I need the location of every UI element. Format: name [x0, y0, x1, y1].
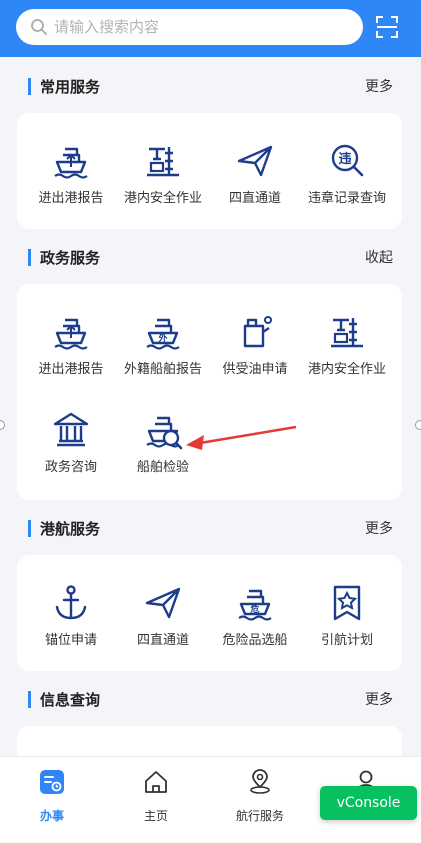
port-crane-icon [147, 147, 179, 177]
violation-search-icon: 违 [331, 144, 364, 177]
anchor-icon [55, 585, 87, 620]
search-input[interactable] [54, 18, 334, 36]
tab-home[interactable]: 主页 [116, 769, 196, 824]
services-icon [40, 770, 64, 794]
common-services-card: 进出港报告 港内安全作业 四直通道 违 违章记录查询 [17, 113, 402, 229]
edge-marker [0, 420, 5, 430]
ship-in-out-icon [51, 141, 91, 181]
section-gov-header: 政务服务 收起 [28, 245, 393, 269]
service-item[interactable]: 引航计划 [301, 583, 393, 648]
service-item[interactable]: 违 违章记录查询 [301, 141, 393, 206]
service-item[interactable]: 危 危险品选船 [209, 583, 301, 648]
service-item[interactable]: 进出港报告 [25, 312, 117, 377]
service-item[interactable]: 外 外籍船舶报告 [117, 312, 209, 377]
svg-text:危: 危 [249, 603, 259, 615]
more-link[interactable]: 更多 [365, 518, 393, 538]
hazard-ship-icon: 危 [235, 583, 275, 623]
service-item[interactable]: 港内安全作业 [117, 141, 209, 206]
svg-text:违: 违 [338, 151, 351, 167]
section-title: 信息查询 [40, 690, 101, 709]
tab-navigation[interactable]: 航行服务 [220, 769, 300, 824]
navigation-location-icon [250, 769, 270, 794]
gov-services-card: 进出港报告 外 外籍船舶报告 供受油申请 港内安全作业 政务咨询 船舶检验 [17, 284, 402, 500]
service-item[interactable]: 四直通道 [117, 583, 209, 648]
top-bar [0, 0, 421, 57]
search-bar[interactable] [16, 9, 363, 45]
home-icon [145, 771, 167, 793]
service-item[interactable]: 政务咨询 [25, 410, 117, 475]
service-item[interactable]: 港内安全作业 [301, 312, 393, 377]
service-item[interactable]: 四直通道 [209, 141, 301, 206]
pilot-plan-icon [333, 585, 361, 621]
port-services-card: 锚位申请 四直通道 危 危险品选船 引航计划 [17, 555, 402, 671]
ship-inspection-icon [143, 410, 183, 450]
section-title: 港航服务 [40, 519, 101, 538]
edge-marker [415, 420, 421, 430]
section-title: 常用服务 [40, 77, 101, 96]
service-item[interactable]: 锚位申请 [25, 583, 117, 648]
tab-services[interactable]: 办事 [12, 769, 92, 824]
foreign-ship-icon: 外 [143, 312, 183, 352]
search-icon [31, 19, 47, 35]
section-title: 政务服务 [40, 248, 101, 267]
section-port-header: 港航服务 更多 [28, 516, 393, 540]
port-crane-icon [331, 318, 363, 348]
scan-icon[interactable] [375, 15, 399, 39]
section-common-header: 常用服务 更多 [28, 74, 393, 98]
section-info-header: 信息查询 更多 [28, 687, 393, 711]
government-building-icon [53, 412, 89, 447]
paper-plane-icon [145, 587, 181, 619]
collapse-link[interactable]: 收起 [365, 247, 393, 267]
more-link[interactable]: 更多 [365, 76, 393, 96]
oil-can-icon [243, 316, 272, 348]
more-link[interactable]: 更多 [365, 689, 393, 709]
svg-text:外: 外 [157, 332, 167, 344]
service-item[interactable]: 供受油申请 [209, 312, 301, 377]
ship-in-out-icon [51, 312, 91, 352]
paper-plane-icon [237, 145, 273, 177]
annotation-arrow [186, 425, 297, 450]
vconsole-button[interactable]: vConsole [320, 786, 417, 820]
service-item[interactable]: 进出港报告 [25, 141, 117, 206]
